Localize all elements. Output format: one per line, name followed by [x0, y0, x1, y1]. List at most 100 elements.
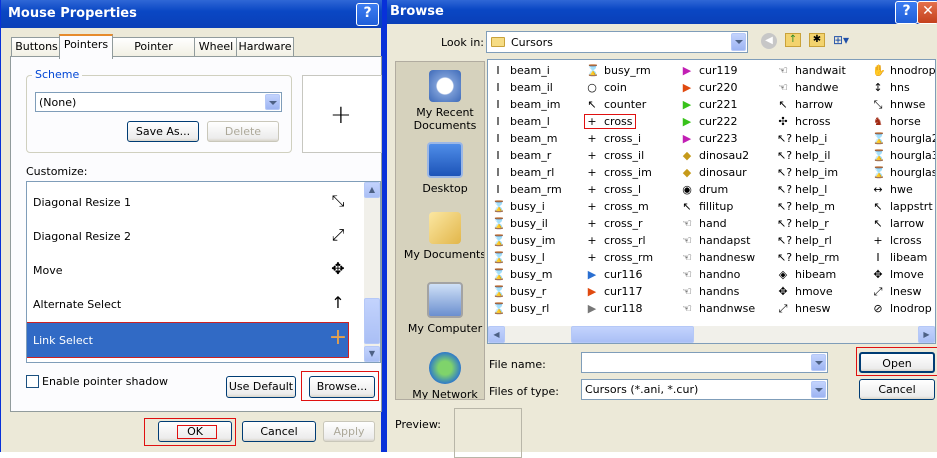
- browse-cancel-button[interactable]: Cancel: [859, 379, 935, 400]
- browse-titlebar[interactable]: Browse ? ✕: [387, 0, 937, 24]
- scroll-down-icon[interactable]: ▼: [364, 346, 380, 362]
- file-item[interactable]: ⤡ hnwse: [872, 98, 926, 115]
- pointer-shadow-checkbox[interactable]: [26, 375, 39, 388]
- file-item[interactable]: ↔ hwe: [872, 183, 912, 200]
- pointer-row-diagonal-resize-2[interactable]: Diagonal Resize 2 ⤢: [27, 219, 367, 253]
- file-item[interactable]: ⌛ hourgla3: [872, 149, 935, 166]
- file-item[interactable]: ✥ hmove: [777, 285, 832, 302]
- browse-button[interactable]: Browse...: [309, 376, 375, 398]
- apply-button[interactable]: Apply: [323, 421, 375, 442]
- file-item[interactable]: ◆ dinosau2: [681, 149, 749, 166]
- place-recent-documents[interactable]: My Recent Documents: [402, 70, 484, 132]
- file-item[interactable]: ▶ cur223: [681, 132, 738, 149]
- file-item[interactable]: + cross_i: [586, 132, 641, 149]
- file-item[interactable]: ↖? help_im: [777, 166, 838, 183]
- pointer-row-link-select[interactable]: Link Select +: [27, 322, 349, 358]
- place-desktop[interactable]: Desktop: [402, 142, 484, 195]
- file-item[interactable]: ♞ horse: [872, 115, 921, 132]
- pointer-row-move[interactable]: Move ✥: [27, 253, 367, 287]
- up-folder-icon[interactable]: ↑: [785, 33, 801, 47]
- file-item[interactable]: ⌛ busy_im: [492, 234, 555, 251]
- tab-pointer-options[interactable]: Pointer Options: [111, 37, 196, 70]
- file-item[interactable]: ↖? help_m: [777, 200, 835, 217]
- file-item[interactable]: ↖? help_rm: [777, 251, 839, 268]
- chevron-down-icon[interactable]: [811, 354, 826, 371]
- tab-pointers[interactable]: Pointers: [59, 34, 113, 59]
- file-item[interactable]: Ibeam_il: [492, 81, 552, 98]
- close-icon[interactable]: ✕: [917, 1, 937, 24]
- file-item[interactable]: ↖ counter: [586, 98, 646, 115]
- cancel-button[interactable]: Cancel: [242, 421, 316, 442]
- file-list[interactable]: Ibeam_i Ibeam_il Ibeam_im Ibeam_l Ibeam_m Ibe…: [487, 59, 936, 344]
- scroll-up-icon[interactable]: ▲: [364, 182, 380, 198]
- file-item[interactable]: ⌛ busy_rl: [492, 302, 549, 319]
- file-item[interactable]: ▶ cur119: [681, 64, 738, 81]
- file-item[interactable]: ⊘ lnodrop: [872, 302, 931, 319]
- file-item[interactable]: + lcross: [872, 234, 921, 251]
- use-default-button[interactable]: Use Default: [226, 376, 296, 398]
- file-item[interactable]: ☜ hand: [681, 217, 727, 234]
- file-item[interactable]: ↕ hns: [872, 81, 909, 98]
- file-item[interactable]: ↖? help_i: [777, 132, 827, 149]
- scroll-right-icon[interactable]: ▶: [918, 326, 935, 343]
- file-item[interactable]: ↖? help_il: [777, 149, 830, 166]
- file-item[interactable]: + cross: [586, 115, 632, 132]
- file-item[interactable]: ▶ cur117: [586, 285, 643, 302]
- file-item[interactable]: ↖ larrow: [872, 217, 924, 234]
- file-item[interactable]: ↖ lappstrt: [872, 200, 932, 217]
- scroll-thumb[interactable]: [364, 298, 380, 344]
- place-my-documents[interactable]: My Documents: [402, 212, 484, 261]
- file-item[interactable]: ▶ cur220: [681, 81, 738, 98]
- file-item[interactable]: ✣ hcross: [777, 115, 830, 132]
- file-item[interactable]: ⌛ busy_rm: [586, 64, 651, 81]
- file-item[interactable]: ⌛ hourgla2: [872, 132, 935, 149]
- file-item[interactable]: ⤢ lnesw: [872, 285, 922, 302]
- file-item[interactable]: ◉ drum: [681, 183, 728, 200]
- file-item[interactable]: + cross_rl: [586, 234, 645, 251]
- file-item[interactable]: ☜ handns: [681, 285, 739, 302]
- file-item[interactable]: ◈ hibeam: [777, 268, 836, 285]
- file-item[interactable]: Ibeam_im: [492, 98, 560, 115]
- file-name-input[interactable]: [581, 352, 828, 373]
- new-folder-icon[interactable]: ✱: [809, 33, 825, 47]
- file-list-scrollbar[interactable]: ◀ ▶: [488, 326, 935, 343]
- file-item[interactable]: Ilibeam: [872, 251, 927, 268]
- file-item[interactable]: ▶ cur221: [681, 98, 738, 115]
- tab-wheel[interactable]: Wheel: [194, 37, 238, 57]
- pointer-list[interactable]: Diagonal Resize 1 ⤡ Diagonal Resize 2 ⤢ …: [26, 181, 381, 363]
- file-item[interactable]: ↖ harrow: [777, 98, 833, 115]
- file-item[interactable]: ⌛ busy_i: [492, 200, 545, 217]
- scroll-left-icon[interactable]: ◀: [488, 326, 505, 343]
- file-item[interactable]: ↖? help_l: [777, 183, 827, 200]
- file-item[interactable]: ☜ handwait: [777, 64, 846, 81]
- scheme-dropdown[interactable]: (None): [35, 92, 282, 112]
- file-item[interactable]: ⌛ busy_l: [492, 251, 545, 268]
- file-item[interactable]: ○ coin: [586, 81, 627, 98]
- chevron-down-icon[interactable]: [811, 381, 826, 398]
- file-item[interactable]: ✥ lmove: [872, 268, 923, 285]
- save-as-button[interactable]: Save As...: [127, 121, 199, 142]
- file-item[interactable]: + cross_il: [586, 149, 644, 166]
- file-item[interactable]: ◆ dinosaur: [681, 166, 747, 183]
- chevron-down-icon[interactable]: [731, 33, 746, 51]
- file-item[interactable]: Ibeam_i: [492, 64, 549, 81]
- file-item[interactable]: ↖ fillitup: [681, 200, 733, 217]
- file-item[interactable]: + cross_m: [586, 200, 648, 217]
- file-item[interactable]: ⤢ hnesw: [777, 302, 831, 319]
- back-icon[interactable]: ◀: [761, 33, 777, 49]
- place-my-network[interactable]: My Network: [402, 352, 484, 399]
- file-item[interactable]: + cross_im: [586, 166, 651, 183]
- pointer-row-diagonal-resize-1[interactable]: Diagonal Resize 1 ⤡: [27, 185, 367, 219]
- file-item[interactable]: + cross_rm: [586, 251, 653, 268]
- file-item[interactable]: Ibeam_rl: [492, 166, 554, 183]
- pointer-list-scrollbar[interactable]: ▲ ▼: [364, 182, 380, 362]
- file-item[interactable]: Ibeam_l: [492, 115, 549, 132]
- file-item[interactable]: ▶ cur116: [586, 268, 643, 285]
- file-item[interactable]: Ibeam_m: [492, 132, 557, 149]
- files-of-type-dropdown[interactable]: Cursors (*.ani, *.cur): [581, 379, 828, 400]
- file-item[interactable]: ⌛ busy_r: [492, 285, 546, 302]
- chevron-down-icon[interactable]: [265, 94, 280, 110]
- file-item[interactable]: Ibeam_rm: [492, 183, 561, 200]
- file-item[interactable]: + cross_r: [586, 217, 642, 234]
- file-item[interactable]: ☜ handapst: [681, 234, 750, 251]
